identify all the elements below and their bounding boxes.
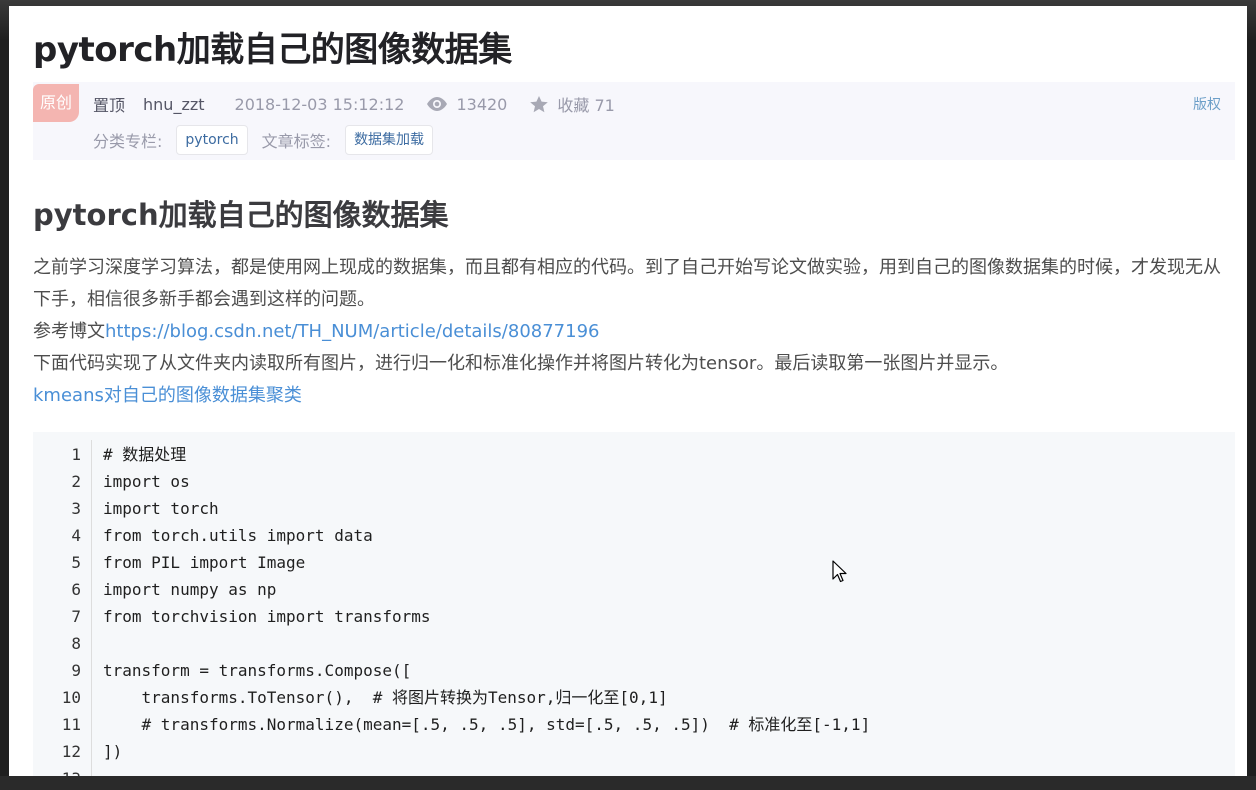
mouse-cursor-icon [832,560,847,583]
code-line: 5 from PIL import Image [33,549,1235,576]
pinned-label: 置顶 [93,96,126,115]
category-tag[interactable]: pytorch [176,125,248,155]
code-line: 2 import os [33,468,1235,495]
tags-label: 文章标签: [261,132,332,151]
article-body: 之前学习深度学习算法，都是使用网上现成的数据集，而且都有相应的代码。到了自己开始… [33,252,1223,412]
intro-paragraph: 之前学习深度学习算法，都是使用网上现成的数据集，而且都有相应的代码。到了自己开始… [33,257,1221,310]
line-number: 11 [61,715,81,734]
article-title: pytorch加载自己的图像数据集 [33,30,512,70]
line-number: 10 [61,688,81,707]
line-number: 4 [71,526,81,545]
code-line: 7 from torchvision import transforms [33,603,1235,630]
line-number: 6 [71,580,81,599]
code-line: 4 from torch.utils import data [33,522,1235,549]
code-text: from torchvision import transforms [103,607,431,626]
code-text: import torch [103,499,219,518]
code-line: 9 transform = transforms.Compose([ [33,657,1235,684]
page: pytorch加载自己的图像数据集 原创 置顶 hnu_zzt 2018-12-… [0,0,1256,790]
favorite-count[interactable]: 收藏 71 [557,92,614,116]
code-line: 11 # transforms.Normalize(mean=[.5, .5, … [33,711,1235,738]
view-count: 13420 [456,94,508,114]
original-badge: 原创 [33,84,79,122]
category-label: 分类专栏: [93,132,163,151]
reference-paragraph: 参考博文https://blog.csdn.net/TH_NUM/article… [33,316,1223,348]
line-number: 3 [71,499,81,518]
code-line: 10 transforms.ToTensor(), # 将图片转换为Tensor… [33,684,1235,711]
eye-icon [426,97,448,111]
copyright-link[interactable]: 版权 [1193,94,1221,114]
bottom-bar [0,776,1256,790]
line-number: 5 [71,553,81,572]
kmeans-paragraph: kmeans对自己的图像数据集聚类 [33,380,1223,412]
code-text: # 数据处理 [103,445,187,464]
line-number: 7 [71,607,81,626]
article-container: pytorch加载自己的图像数据集 原创 置顶 hnu_zzt 2018-12-… [9,6,1247,790]
code-text: from torch.utils import data [103,526,373,545]
author-link[interactable]: hnu_zzt [143,95,205,114]
content-heading: pytorch加载自己的图像数据集 [33,198,449,232]
code-text: from PIL import Image [103,553,306,572]
code-line: 12]) [33,738,1235,765]
kmeans-link[interactable]: kmeans对自己的图像数据集聚类 [33,385,302,406]
article-tag[interactable]: 数据集加载 [345,125,434,155]
reference-link[interactable]: https://blog.csdn.net/TH_NUM/article/det… [105,321,599,342]
line-number: 2 [71,472,81,491]
code-line: 6 import numpy as np [33,576,1235,603]
article-meta: 原创 置顶 hnu_zzt 2018-12-03 15:12:12 13420 [33,82,1235,160]
code-text: transform = transforms.Compose([ [103,661,412,680]
code-line: 1 # 数据处理 [33,441,1235,468]
code-text: import numpy as np [103,580,277,599]
code-block[interactable]: 1 # 数据处理 2 import os 3 import torch 4 from torc… [33,432,1235,790]
code-text: # transforms.Normalize(mean=[.5, .5, .5]… [103,715,871,734]
line-number: 9 [71,661,81,680]
reference-prefix: 参考博文 [33,321,105,342]
line-number: 12 [61,742,81,761]
star-icon[interactable] [529,95,549,113]
meta-info-row: 置顶 hnu_zzt 2018-12-03 15:12:12 13420 收藏 … [93,92,615,116]
code-text: transforms.ToTensor(), # 将图片转换为Tensor,归一… [103,688,668,707]
code-line: 8 [33,630,1235,657]
category-tags-row: 分类专栏: pytorch 文章标签: 数据集加载 [93,125,447,155]
code-text: import os [103,472,190,491]
line-number: 8 [71,634,81,653]
code-text: ]) [103,742,123,761]
description-paragraph: 下面代码实现了从文件夹内读取所有图片，进行归一化和标准化操作并将图片转化为ten… [33,353,1009,374]
line-number: 1 [71,445,81,464]
code-line: 3 import torch [33,495,1235,522]
publish-datetime: 2018-12-03 15:12:12 [234,94,405,114]
